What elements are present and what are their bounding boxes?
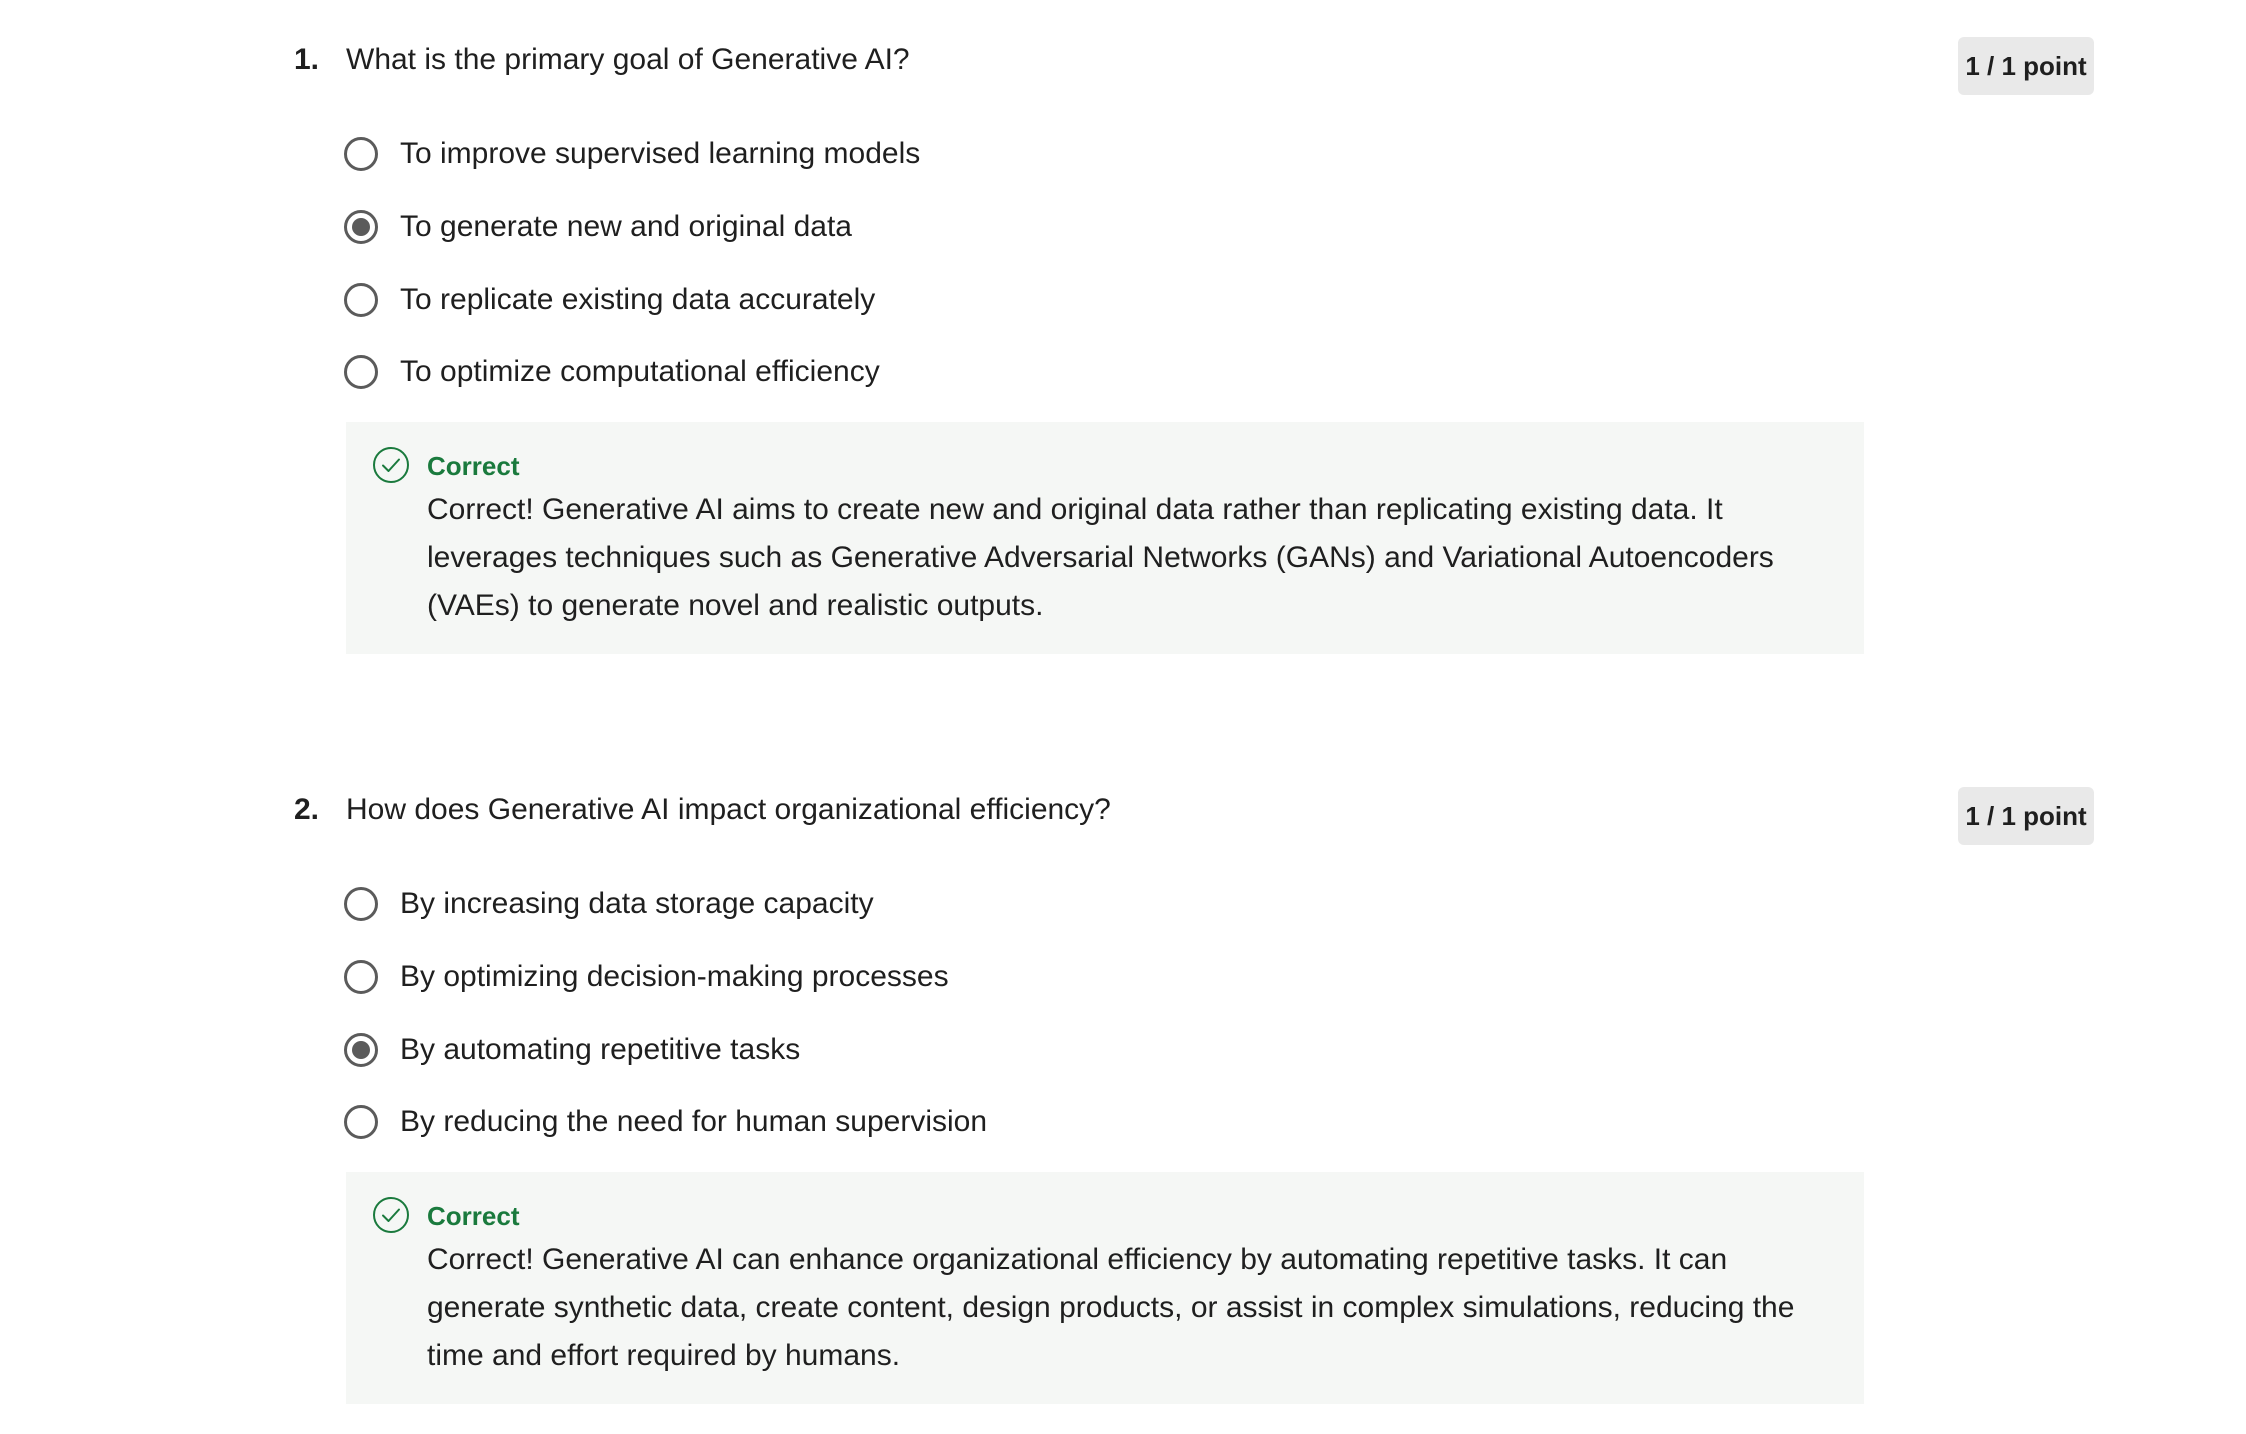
option-label: To improve supervised learning models [400,137,921,170]
option-2[interactable]: To generate new and original data [344,205,852,249]
check-circle-icon [373,1197,409,1233]
question-text: How does Generative AI impact organizati… [346,793,1111,826]
option-label: To generate new and original data [400,210,852,243]
points-badge: 1 / 1 point [1958,37,2094,95]
option-label: By reducing the need for human supervisi… [400,1105,988,1138]
radio-button-selected[interactable] [344,1033,378,1067]
radio-button[interactable] [344,887,378,921]
radio-button[interactable] [344,1105,378,1139]
radio-button[interactable] [344,960,378,994]
option-4[interactable]: By reducing the need for human supervisi… [344,1100,987,1144]
question-number: 1. [294,43,320,76]
feedback-panel: Correct Correct! Generative AI aims to c… [346,422,1864,654]
radio-button[interactable] [344,137,378,171]
feedback-text: Correct! Generative AI can enhance organ… [427,1243,1795,1372]
option-4[interactable]: To optimize computational efficiency [344,350,880,394]
feedback-status: Correct [427,451,520,481]
feedback-text: Correct! Generative AI aims to create ne… [427,493,1774,622]
option-3[interactable]: By automating repetitive tasks [344,1028,800,1072]
radio-button[interactable] [344,355,378,389]
option-label: By increasing data storage capacity [400,887,874,920]
option-1[interactable]: By increasing data storage capacity [344,882,874,926]
option-1[interactable]: To improve supervised learning models [344,132,920,176]
option-2[interactable]: By optimizing decision-making processes [344,955,949,999]
feedback-panel: Correct Correct! Generative AI can enhan… [346,1172,1864,1404]
option-label: To replicate existing data accurately [400,283,876,316]
check-circle-icon [373,447,409,483]
feedback-status: Correct [427,1201,520,1231]
option-label: By automating repetitive tasks [400,1033,801,1066]
radio-button[interactable] [344,283,378,317]
option-label: By optimizing decision-making processes [400,960,949,993]
radio-button-selected[interactable] [344,210,378,244]
option-3[interactable]: To replicate existing data accurately [344,278,875,322]
question-text: What is the primary goal of Generative A… [346,43,910,76]
question-number: 2. [294,793,320,826]
option-label: To optimize computational efficiency [400,355,880,388]
points-badge: 1 / 1 point [1958,787,2094,845]
